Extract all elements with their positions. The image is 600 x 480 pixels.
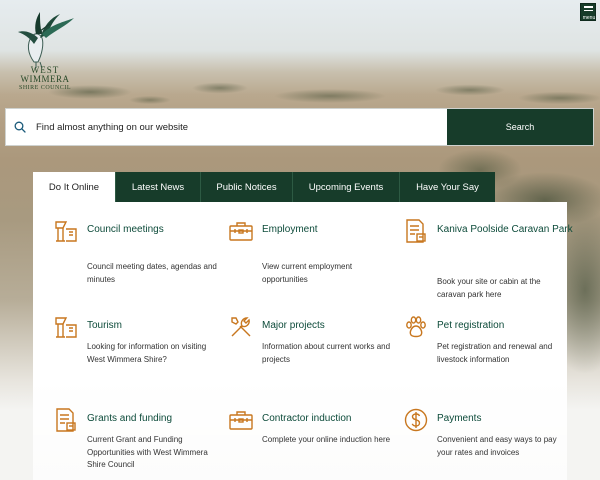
- tile-pet-registration[interactable]: Pet registration Pet registration and re…: [404, 315, 564, 375]
- podium-icon: [55, 221, 77, 242]
- tile-payments[interactable]: Payments Convenient and easy ways to pay…: [404, 408, 564, 468]
- tile-description: Looking for information on visiting West…: [87, 342, 207, 364]
- do-it-online-panel: Council meetings Council meeting dates, …: [33, 202, 573, 480]
- tile-description: Council meeting dates, agendas and minut…: [87, 262, 217, 284]
- tab-bar: Do It Online Latest News Public Notices …: [33, 172, 495, 202]
- tile-contractor-induction[interactable]: Contractor induction Complete your onlin…: [229, 408, 391, 468]
- hamburger-icon: [584, 6, 593, 13]
- search-bar: Search: [5, 108, 594, 146]
- tile-title: Tourism: [87, 320, 123, 331]
- tile-tourism[interactable]: Tourism Looking for information on visit…: [54, 315, 214, 385]
- tile-title: Pet registration: [437, 320, 505, 331]
- menu-label: menu: [582, 15, 596, 21]
- tile-description: Complete your online induction here: [262, 435, 391, 444]
- tile-description: View current employment opportunities: [262, 262, 353, 284]
- tile-title: Contractor induction: [262, 413, 352, 424]
- tools-icon: [231, 317, 251, 337]
- tile-council-meetings[interactable]: Council meetings Council meeting dates, …: [54, 219, 217, 284]
- menu-button[interactable]: menu: [580, 3, 596, 21]
- search-button[interactable]: Search: [447, 109, 593, 145]
- tile-description: Current Grant and Funding Opportunities …: [87, 435, 208, 469]
- tile-title: Grants and funding: [87, 413, 173, 424]
- booking-form-icon: [406, 219, 426, 243]
- tile-description: Pet registration and renewal and livesto…: [437, 342, 553, 364]
- tile-title: Employment: [262, 224, 318, 235]
- tile-description: Information about current works and proj…: [262, 342, 391, 364]
- tile-title: Payments: [437, 413, 482, 424]
- tab-upcoming-events[interactable]: Upcoming Events: [293, 172, 400, 202]
- tile-kaniva-caravan-park[interactable]: Kaniva Poolside Caravan Park Book your s…: [404, 219, 573, 299]
- logo-line-3: SHIRE COUNCIL: [18, 85, 71, 91]
- tab-do-it-online[interactable]: Do It Online: [33, 172, 116, 202]
- podium-icon: [55, 317, 77, 338]
- tab-latest-news[interactable]: Latest News: [116, 172, 201, 202]
- toolbox-icon: [229, 411, 253, 430]
- search-icon: [6, 109, 34, 145]
- tile-employment[interactable]: Employment View current employment oppor…: [229, 219, 389, 284]
- toolbox-icon: [229, 222, 253, 241]
- logo-line-2: WIMMERA: [20, 74, 70, 84]
- dollar-icon: [404, 408, 428, 432]
- tab-have-your-say[interactable]: Have Your Say: [400, 172, 495, 202]
- search-input[interactable]: [34, 109, 447, 145]
- tile-title: Major projects: [262, 320, 325, 331]
- tile-description: Book your site or cabin at the caravan p…: [437, 277, 541, 299]
- tile-grants-and-funding[interactable]: Grants and funding Current Grant and Fun…: [54, 408, 214, 478]
- paw-icon: [406, 316, 426, 338]
- form-icon: [56, 408, 76, 432]
- tile-description: Convenient and easy ways to pay your rat…: [437, 435, 557, 457]
- tab-public-notices[interactable]: Public Notices: [201, 172, 293, 202]
- tile-title: Council meetings: [87, 224, 164, 235]
- tile-title: Kaniva Poolside Caravan Park: [437, 224, 573, 235]
- tile-major-projects[interactable]: Major projects Information about current…: [229, 315, 391, 375]
- logo-wordmark: WEST WIMMERA SHIRE COUNCIL: [14, 66, 76, 93]
